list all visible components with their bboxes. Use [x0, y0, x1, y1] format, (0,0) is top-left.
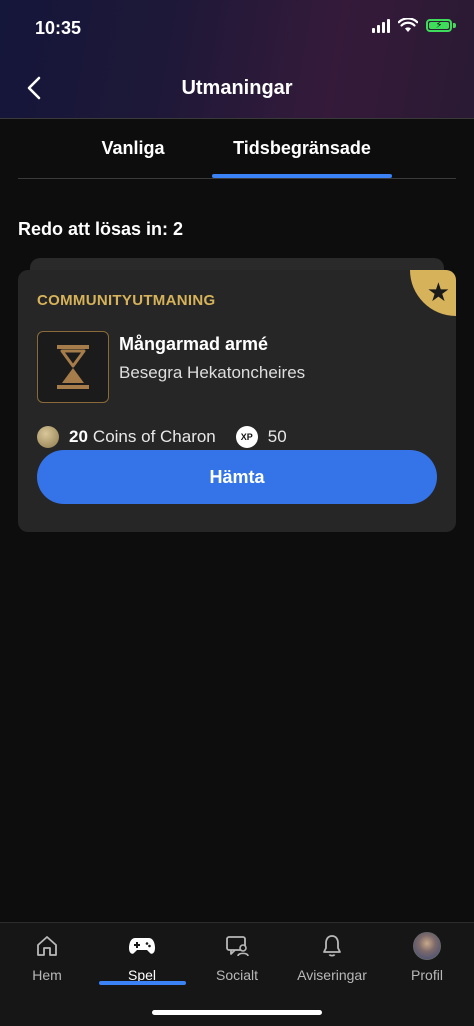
status-time: 10:35	[35, 18, 82, 38]
tab-vanliga[interactable]: Vanliga	[78, 138, 188, 159]
tab-tidsbegransade[interactable]: Tidsbegränsade	[212, 138, 392, 159]
nav-item-socialt[interactable]: Socialt	[190, 931, 284, 983]
xp-icon: XP	[235, 426, 258, 448]
reward-amount: 20	[69, 427, 88, 446]
hourglass-icon	[37, 331, 109, 403]
featured-corner-badge: ★	[410, 270, 456, 316]
avatar	[413, 932, 441, 960]
nav-label-hem: Hem	[32, 967, 62, 983]
gamepad-icon	[129, 938, 155, 954]
nav-item-aviseringar[interactable]: Aviseringar	[285, 931, 379, 983]
active-nav-indicator	[99, 981, 186, 985]
status-bar: 10:35 ⚡	[0, 0, 474, 56]
claim-button[interactable]: Hämta	[37, 450, 437, 504]
status-icons: ⚡	[372, 18, 456, 33]
xp-value: 50	[267, 427, 287, 446]
battery-icon: ⚡	[426, 19, 456, 32]
wifi-icon	[398, 18, 418, 32]
home-indicator[interactable]	[152, 1010, 322, 1015]
cellular-signal-icon	[372, 18, 390, 33]
page-title: Utmaningar	[181, 77, 293, 99]
reward-name: Coins of Charon	[92, 427, 216, 446]
tab-bar: Vanliga Tidsbegränsade	[18, 118, 456, 179]
nav-item-spel[interactable]: Spel	[95, 931, 189, 983]
home-icon	[37, 936, 57, 956]
nav-label-aviseringar: Aviseringar	[297, 967, 367, 983]
nav-item-profil[interactable]: Profil	[380, 931, 474, 983]
nav-label-socialt: Socialt	[215, 967, 259, 983]
nav-item-hem[interactable]: Hem	[0, 931, 94, 983]
nav-label-profil: Profil	[411, 967, 443, 983]
redeem-count-label: Redo att lösas in: 2	[18, 219, 184, 239]
challenge-card: ★ COMMUNITYUTMANING Mångarmad armé Beseg…	[18, 270, 456, 532]
social-icon	[226, 936, 249, 957]
coin-icon	[37, 426, 59, 448]
active-tab-indicator	[212, 174, 392, 178]
challenge-subtitle: Besegra Hekatoncheires	[119, 363, 306, 382]
reward-row: 20 Coins of Charon XP 50	[37, 425, 287, 449]
bell-icon	[323, 935, 341, 957]
challenge-title: Mångarmad armé	[119, 334, 269, 354]
star-icon: ★	[426, 277, 450, 307]
challenge-category: COMMUNITYUTMANING	[37, 292, 216, 309]
